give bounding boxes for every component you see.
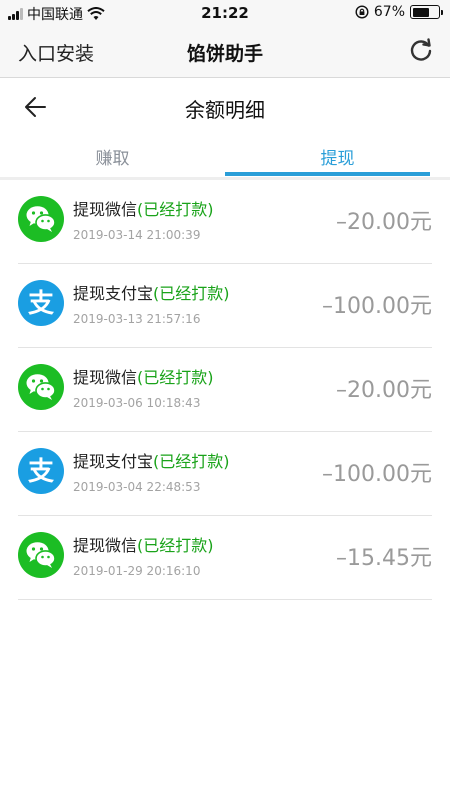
page-header: 余额明细 [0,78,450,136]
app-header: 入口安装 馅饼助手 [0,26,450,78]
refresh-icon[interactable] [406,36,436,66]
rotation-lock-icon [355,5,369,19]
record-title: 提现支付宝(已经打款) [73,280,230,304]
record-label: 提现支付宝 [73,284,154,303]
tab-earn[interactable]: 赚取 [0,136,225,178]
list-item[interactable]: 提现微信(已经打款) 2019-03-06 10:18:43 –20.00元 [18,348,432,432]
alipay-icon: 支 [18,280,64,326]
record-title: 提现微信(已经打款) [73,532,214,556]
wechat-icon [18,196,64,242]
status-right: 67% [355,4,443,20]
withdraw-record-list: 提现微信(已经打款) 2019-03-14 21:00:39 –20.00元 支… [0,180,450,600]
record-title: 提现微信(已经打款) [73,364,214,388]
record-amount: –20.00元 [336,210,432,235]
record-status: (已经打款) [137,536,214,555]
record-amount: –20.00元 [336,378,432,403]
record-title: 提现微信(已经打款) [73,196,214,220]
tab-withdraw[interactable]: 提现 [225,136,450,178]
record-amount: –15.45元 [336,546,432,571]
list-item[interactable]: 提现微信(已经打款) 2019-03-14 21:00:39 –20.00元 [18,180,432,264]
wechat-icon [18,364,64,410]
record-title: 提现支付宝(已经打款) [73,448,230,472]
record-time: 2019-03-04 22:48:53 [73,480,201,494]
record-status: (已经打款) [137,200,214,219]
back-arrow-icon[interactable] [22,94,48,120]
page-title: 余额明细 [185,98,265,122]
list-item[interactable]: 支 提现支付宝(已经打款) 2019-03-13 21:57:16 –100.0… [18,264,432,348]
record-status: (已经打款) [153,452,230,471]
record-amount: –100.00元 [322,462,432,487]
svg-text:支: 支 [28,289,54,319]
tab-bar: 赚取 提现 [0,136,450,178]
entry-install-link[interactable]: 入口安装 [18,39,94,66]
record-label: 提现微信 [73,200,138,219]
svg-text:支: 支 [28,457,54,487]
record-status: (已经打款) [153,284,230,303]
record-label: 提现微信 [73,368,138,387]
battery-percent: 67% [373,4,405,20]
record-time: 2019-03-06 10:18:43 [73,396,201,410]
record-time: 2019-01-29 20:16:10 [73,564,201,578]
status-bar: 中国联通 21:22 67% [0,0,450,26]
record-label: 提现支付宝 [73,452,154,471]
list-item[interactable]: 提现微信(已经打款) 2019-01-29 20:16:10 –15.45元 [18,516,432,600]
list-item[interactable]: 支 提现支付宝(已经打款) 2019-03-04 22:48:53 –100.0… [18,432,432,516]
record-time: 2019-03-14 21:00:39 [73,228,201,242]
record-status: (已经打款) [137,368,214,387]
battery-icon [410,5,443,19]
record-time: 2019-03-13 21:57:16 [73,312,201,326]
record-label: 提现微信 [73,536,138,555]
record-amount: –100.00元 [322,294,432,319]
alipay-icon: 支 [18,448,64,494]
wechat-icon [18,532,64,578]
